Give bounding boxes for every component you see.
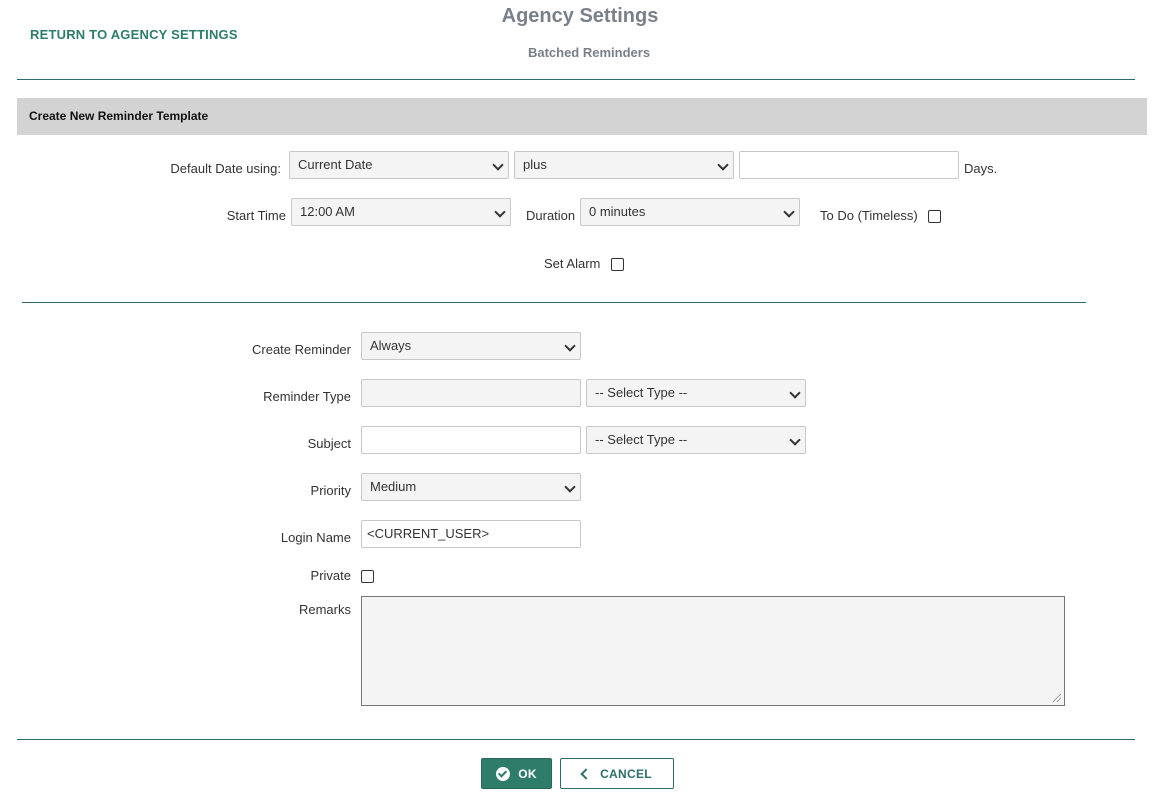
- private-label: Private: [310, 568, 351, 583]
- login-name-label: Login Name: [280, 530, 351, 545]
- remarks-textarea[interactable]: [361, 596, 1065, 706]
- reminder-type-select-value: -- Select Type --: [595, 385, 688, 400]
- chevron-left-icon: [580, 767, 592, 780]
- ok-button-label: OK: [518, 766, 537, 781]
- start-time-select[interactable]: 12:00 AM: [291, 198, 511, 226]
- page-subtitle: Batched Reminders: [527, 45, 651, 60]
- create-reminder-select[interactable]: Always: [361, 332, 581, 360]
- set-alarm-checkbox[interactable]: [611, 258, 624, 271]
- section-header: Create New Reminder Template: [17, 98, 1147, 135]
- section-title: Create New Reminder Template: [29, 109, 209, 123]
- start-time-value: 12:00 AM: [300, 204, 355, 219]
- reminder-type-select[interactable]: -- Select Type --: [586, 379, 806, 407]
- default-date-label: Default Date using:: [170, 161, 281, 176]
- set-alarm-label: Set Alarm: [544, 256, 601, 271]
- chevron-down-icon: [492, 159, 504, 171]
- footer-divider: [17, 739, 1135, 740]
- priority-label: Priority: [310, 483, 351, 498]
- form-divider: [22, 302, 1086, 303]
- todo-timeless-label: To Do (Timeless): [820, 208, 918, 223]
- priority-select[interactable]: Medium: [361, 473, 581, 501]
- page-title: Agency Settings: [501, 5, 659, 27]
- date-operator-select[interactable]: plus: [514, 151, 734, 179]
- remarks-label: Remarks: [298, 602, 351, 617]
- todo-timeless-checkbox[interactable]: [928, 210, 941, 223]
- ok-button[interactable]: OK: [481, 758, 552, 789]
- private-checkbox[interactable]: [361, 570, 374, 583]
- reminder-type-input[interactable]: [361, 379, 581, 407]
- date-operator-value: plus: [523, 157, 547, 172]
- check-circle-icon: [496, 766, 511, 781]
- create-reminder-label: Create Reminder: [252, 342, 351, 357]
- duration-select[interactable]: 0 minutes: [580, 198, 800, 226]
- chevron-down-icon: [783, 206, 795, 218]
- start-time-label: Start Time: [226, 208, 286, 223]
- priority-value: Medium: [370, 479, 417, 494]
- chevron-down-icon: [564, 340, 576, 352]
- subject-input[interactable]: [361, 426, 581, 454]
- cancel-button[interactable]: CANCEL: [560, 758, 674, 789]
- chevron-down-icon: [494, 206, 506, 218]
- subject-label: Subject: [307, 436, 351, 451]
- login-name-input[interactable]: <CURRENT_USER>: [361, 520, 581, 548]
- header-divider: [17, 79, 1135, 80]
- date-source-value: Current Date: [298, 157, 373, 172]
- chevron-down-icon: [717, 159, 729, 171]
- return-to-agency-settings-link[interactable]: RETURN TO AGENCY SETTINGS: [30, 27, 238, 42]
- create-reminder-value: Always: [370, 338, 412, 353]
- duration-value: 0 minutes: [589, 204, 646, 219]
- reminder-type-label: Reminder Type: [263, 389, 351, 404]
- chevron-down-icon: [789, 387, 801, 399]
- duration-label: Duration: [526, 208, 576, 223]
- chevron-down-icon: [564, 481, 576, 493]
- resize-grip-icon[interactable]: [1053, 694, 1063, 704]
- date-source-select[interactable]: Current Date: [289, 151, 509, 179]
- chevron-down-icon: [789, 434, 801, 446]
- cancel-button-label: CANCEL: [600, 766, 652, 781]
- days-suffix-label: Days.: [964, 161, 998, 176]
- subject-select[interactable]: -- Select Type --: [586, 426, 806, 454]
- subject-select-value: -- Select Type --: [595, 432, 688, 447]
- days-input[interactable]: [739, 151, 959, 179]
